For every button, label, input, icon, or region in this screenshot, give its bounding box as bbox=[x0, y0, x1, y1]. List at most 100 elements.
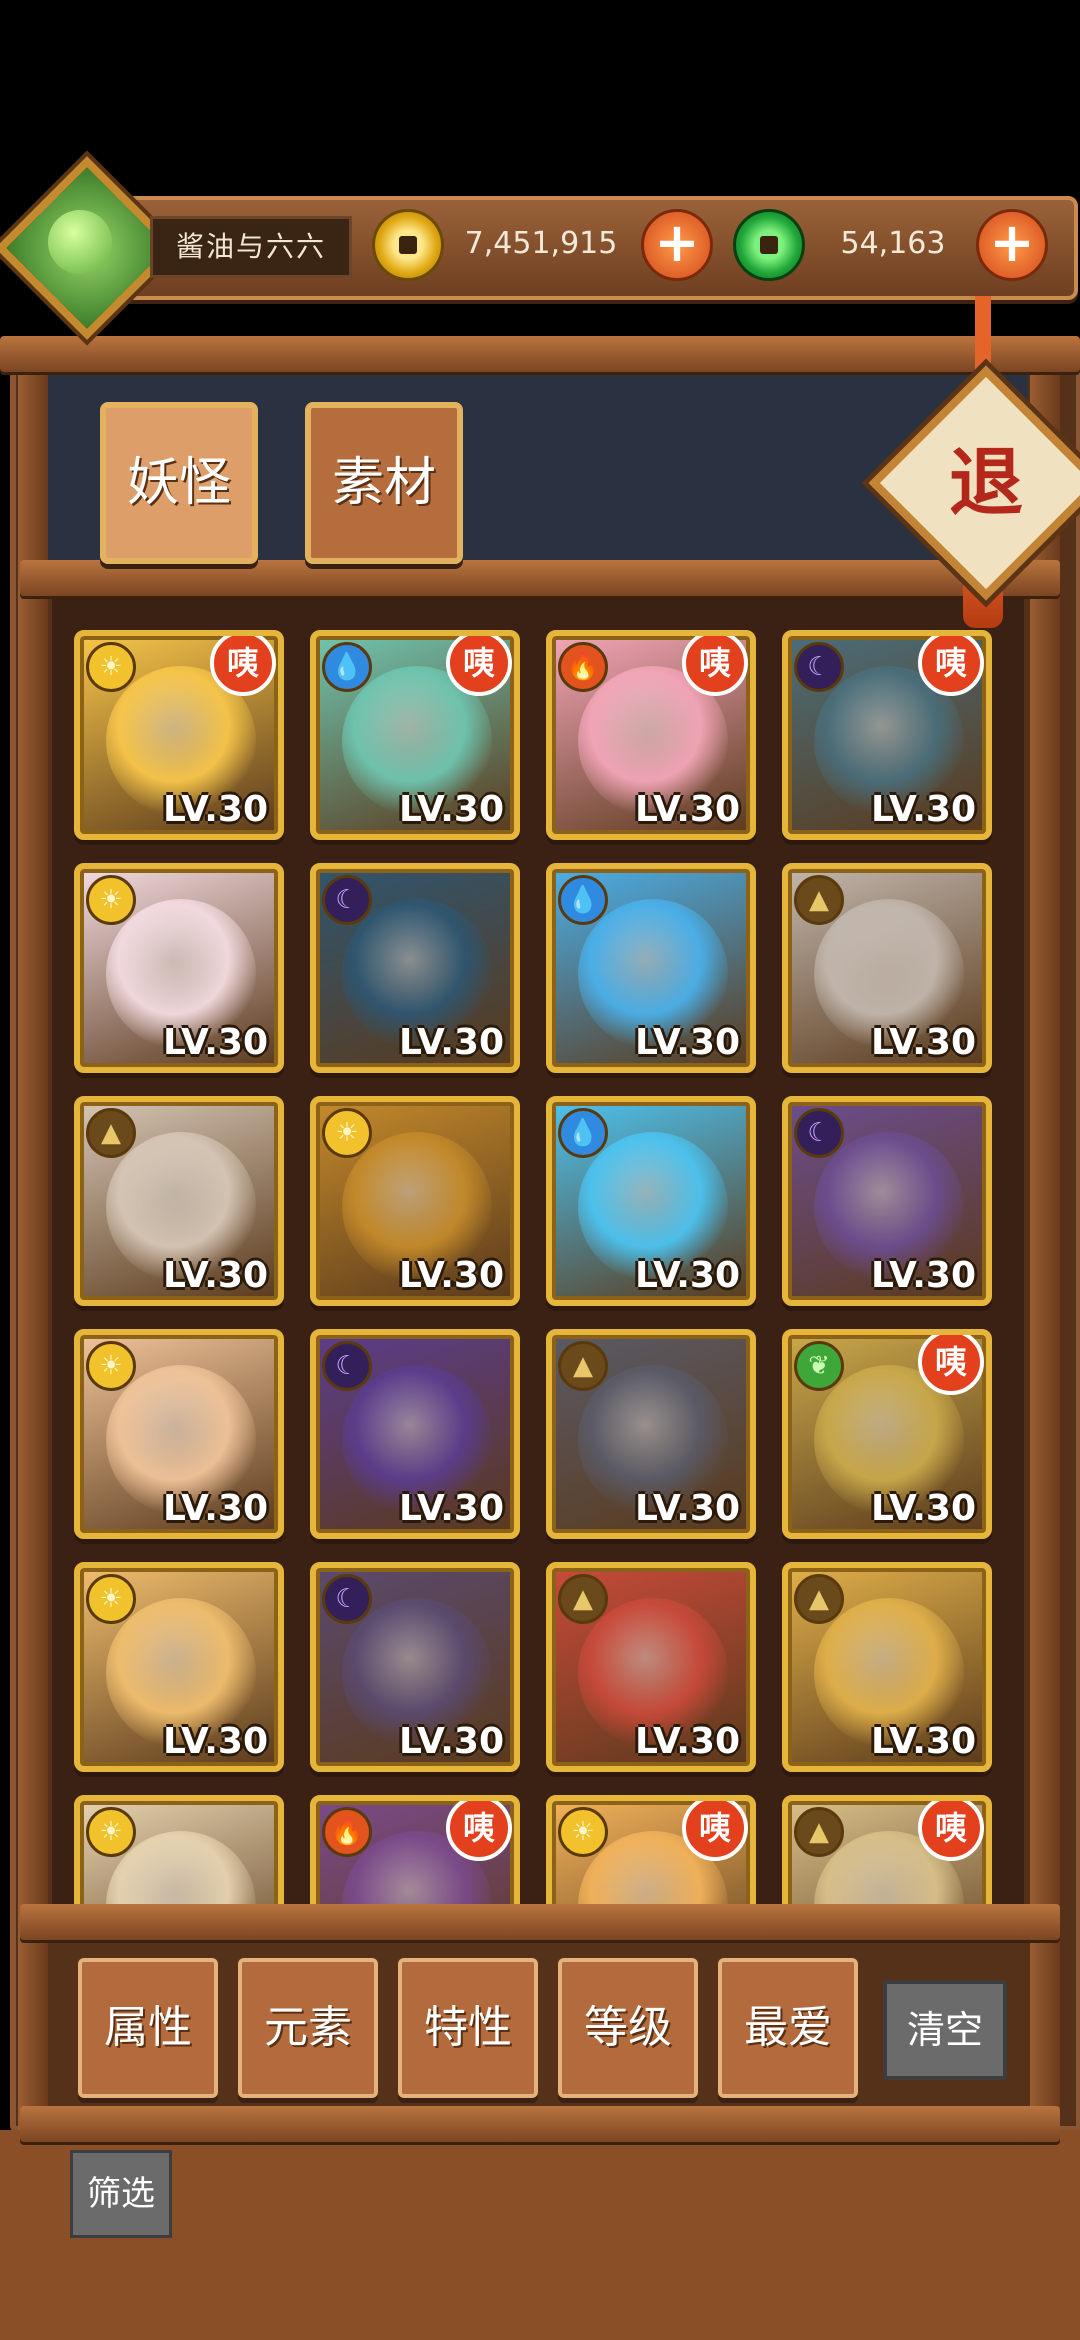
earth-element-icon: ▲ bbox=[558, 1574, 608, 1624]
level-label: LV.30 bbox=[871, 1721, 976, 1762]
monster-card[interactable]: ☀ 咦 LV.30 bbox=[74, 630, 284, 840]
monster-card[interactable]: ☀ LV.30 bbox=[310, 1096, 520, 1306]
fire-element-icon: 🔥 bbox=[558, 642, 608, 692]
light-element-icon: ☀ bbox=[86, 1574, 136, 1624]
dark-element-icon: ☾ bbox=[322, 1574, 372, 1624]
monster-card[interactable]: ▲ LV.30 bbox=[546, 1329, 756, 1539]
earth-element-icon: ▲ bbox=[794, 875, 844, 925]
filter-element-button[interactable]: 元素 bbox=[238, 1958, 378, 2098]
monster-card[interactable]: ☾ LV.30 bbox=[782, 1096, 992, 1306]
tab-materials[interactable]: 素材 bbox=[305, 402, 463, 564]
monster-card[interactable]: ☀ LV.30 bbox=[74, 863, 284, 1073]
new-badge: 咦 bbox=[446, 636, 512, 696]
dark-element-icon: ☾ bbox=[794, 642, 844, 692]
level-label: LV.30 bbox=[399, 1721, 504, 1762]
monster-card[interactable]: 💧 咦 LV.30 bbox=[310, 630, 520, 840]
new-badge: 咦 bbox=[210, 636, 276, 696]
monster-card[interactable]: ☀ bbox=[74, 1795, 284, 1908]
level-label: LV.30 bbox=[399, 1488, 504, 1529]
level-label: LV.30 bbox=[163, 1255, 268, 1296]
left-post bbox=[18, 356, 48, 2136]
level-label: LV.30 bbox=[871, 1255, 976, 1296]
new-badge: 咦 bbox=[682, 636, 748, 696]
level-label: LV.30 bbox=[163, 1022, 268, 1063]
level-label: LV.30 bbox=[635, 1022, 740, 1063]
monster-card[interactable]: ☀ LV.30 bbox=[74, 1562, 284, 1772]
filter-favorite-button[interactable]: 最爱 bbox=[718, 1958, 858, 2098]
monster-card[interactable]: 💧 LV.30 bbox=[546, 863, 756, 1073]
monster-grid[interactable]: ☀ 咦 LV.30 💧 咦 LV.30 🔥 咦 LV.30 ☾ 咦 LV.30 ☀ LV.30 ☾ LV.30… bbox=[74, 630, 1014, 1908]
top-beam bbox=[0, 336, 1080, 372]
monster-card[interactable]: ▲ LV.30 bbox=[74, 1096, 284, 1306]
screen-button[interactable]: 筛选 bbox=[70, 2150, 172, 2238]
new-badge: 咦 bbox=[918, 636, 984, 696]
gold-amount: 7,451,915 bbox=[464, 226, 618, 261]
level-label: LV.30 bbox=[871, 1488, 976, 1529]
level-label: LV.30 bbox=[163, 1721, 268, 1762]
jade-amount: 54,163 bbox=[840, 226, 946, 261]
light-element-icon: ☀ bbox=[86, 875, 136, 925]
filter-attribute-button[interactable]: 属性 bbox=[78, 1958, 218, 2098]
avatar[interactable] bbox=[48, 210, 112, 274]
monster-card[interactable]: ▲ 咦 bbox=[782, 1795, 992, 1908]
bottom-beam bbox=[20, 1904, 1060, 1940]
monster-card[interactable]: ☀ LV.30 bbox=[74, 1329, 284, 1539]
earth-element-icon: ▲ bbox=[558, 1341, 608, 1391]
fire-element-icon: 🔥 bbox=[322, 1807, 372, 1857]
monster-card[interactable]: ❦ 咦 LV.30 bbox=[782, 1329, 992, 1539]
right-post bbox=[1030, 356, 1060, 2136]
monster-card[interactable]: ☾ LV.30 bbox=[310, 1329, 520, 1539]
monster-card[interactable]: 🔥 咦 bbox=[310, 1795, 520, 1908]
new-badge: 咦 bbox=[918, 1801, 984, 1861]
level-label: LV.30 bbox=[399, 789, 504, 830]
earth-element-icon: ▲ bbox=[794, 1574, 844, 1624]
level-label: LV.30 bbox=[635, 1255, 740, 1296]
level-label: LV.30 bbox=[163, 789, 268, 830]
water-element-icon: 💧 bbox=[322, 642, 372, 692]
exit-label[interactable]: 退 bbox=[903, 400, 1069, 566]
filter-level-button[interactable]: 等级 bbox=[558, 1958, 698, 2098]
new-badge: 咦 bbox=[918, 1335, 984, 1395]
light-element-icon: ☀ bbox=[86, 642, 136, 692]
monster-card[interactable]: ▲ LV.30 bbox=[782, 863, 992, 1073]
level-label: LV.30 bbox=[399, 1022, 504, 1063]
level-label: LV.30 bbox=[635, 1488, 740, 1529]
monster-card[interactable]: ▲ LV.30 bbox=[782, 1562, 992, 1772]
light-element-icon: ☀ bbox=[558, 1807, 608, 1857]
add-gold-button[interactable]: + bbox=[641, 209, 713, 281]
wood-element-icon: ❦ bbox=[794, 1341, 844, 1391]
new-badge: 咦 bbox=[682, 1801, 748, 1861]
gold-coin-icon bbox=[372, 209, 444, 281]
tab-monsters[interactable]: 妖怪 bbox=[100, 402, 258, 564]
monster-card[interactable]: ☾ 咦 LV.30 bbox=[782, 630, 992, 840]
level-label: LV.30 bbox=[871, 1022, 976, 1063]
light-element-icon: ☀ bbox=[86, 1807, 136, 1857]
monster-card[interactable]: 🔥 咦 LV.30 bbox=[546, 630, 756, 840]
monster-card[interactable]: ▲ LV.30 bbox=[546, 1562, 756, 1772]
monster-card[interactable]: ☾ LV.30 bbox=[310, 1562, 520, 1772]
level-label: LV.30 bbox=[871, 789, 976, 830]
dark-element-icon: ☾ bbox=[322, 1341, 372, 1391]
light-element-icon: ☀ bbox=[86, 1341, 136, 1391]
earth-element-icon: ▲ bbox=[86, 1108, 136, 1158]
water-element-icon: 💧 bbox=[558, 875, 608, 925]
add-jade-button[interactable]: + bbox=[976, 209, 1048, 281]
level-label: LV.30 bbox=[635, 1721, 740, 1762]
filter-trait-button[interactable]: 特性 bbox=[398, 1958, 538, 2098]
lower-beam bbox=[20, 2106, 1060, 2142]
jade-coin-icon bbox=[733, 209, 805, 281]
water-element-icon: 💧 bbox=[558, 1108, 608, 1158]
light-element-icon: ☀ bbox=[322, 1108, 372, 1158]
monster-card[interactable]: ☀ 咦 bbox=[546, 1795, 756, 1908]
monster-card[interactable]: ☾ LV.30 bbox=[310, 863, 520, 1073]
level-label: LV.30 bbox=[635, 789, 740, 830]
dark-element-icon: ☾ bbox=[322, 875, 372, 925]
monster-card[interactable]: 💧 LV.30 bbox=[546, 1096, 756, 1306]
earth-element-icon: ▲ bbox=[794, 1807, 844, 1857]
level-label: LV.30 bbox=[399, 1255, 504, 1296]
clear-button[interactable]: 清空 bbox=[883, 1980, 1007, 2080]
level-label: LV.30 bbox=[163, 1488, 268, 1529]
dark-element-icon: ☾ bbox=[794, 1108, 844, 1158]
player-name: 酱油与六六 bbox=[150, 216, 352, 278]
new-badge: 咦 bbox=[446, 1801, 512, 1861]
